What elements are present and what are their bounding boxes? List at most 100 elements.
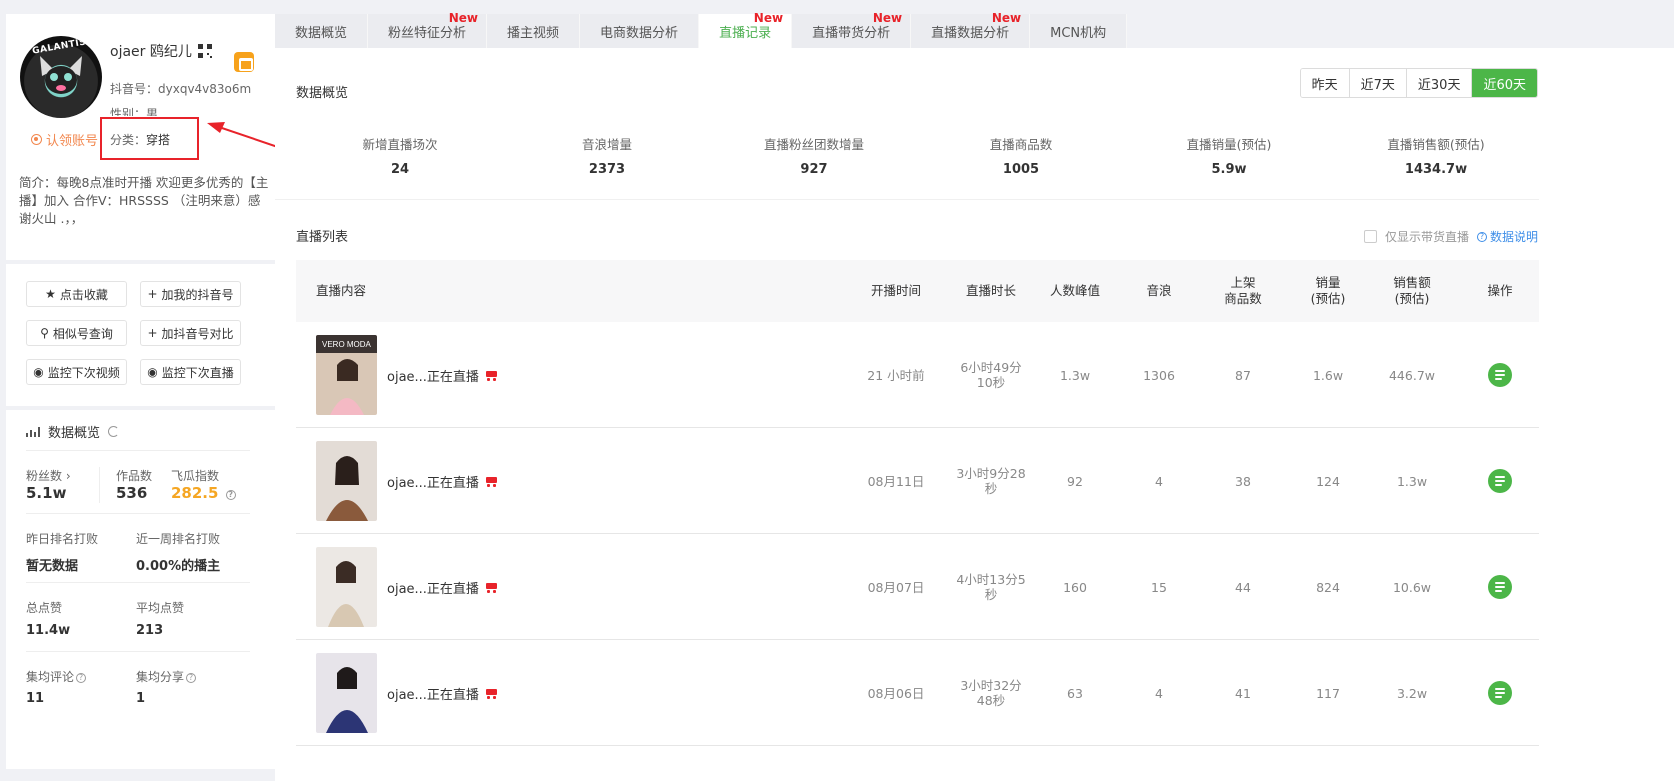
- col-start[interactable]: 开播时间: [851, 260, 941, 322]
- col-duration[interactable]: 直播时长: [946, 260, 1036, 322]
- add-my-douyin-button[interactable]: + 加我的抖音号: [140, 281, 241, 307]
- col-content: 直播内容: [316, 283, 367, 298]
- data-help-label: 数据说明: [1489, 230, 1538, 244]
- refresh-icon[interactable]: [108, 426, 120, 437]
- avg-share-value: 1: [136, 691, 146, 706]
- question-icon[interactable]: ?: [76, 673, 87, 683]
- table-row[interactable]: ojae...正在直播 08月07日 4小时13分5 秒 160 15 44 8…: [296, 534, 1539, 640]
- data-help-link[interactable]: ? 数据说明: [1476, 228, 1538, 245]
- star-icon: ★: [45, 287, 56, 301]
- live-title[interactable]: ojae...正在直播: [387, 366, 498, 385]
- add-compare-label: 加抖音号对比: [161, 326, 234, 341]
- live-badge-icon[interactable]: [234, 52, 254, 72]
- cell-yinlang: 15: [1151, 579, 1167, 595]
- live-cover[interactable]: VERO MODA: [316, 335, 377, 415]
- cell-yinlang: 4: [1155, 685, 1163, 701]
- stats-title: 数据概览: [26, 422, 120, 441]
- works-label: 作品数: [116, 469, 153, 483]
- live-cover[interactable]: [316, 653, 377, 733]
- live-cover[interactable]: [316, 547, 377, 627]
- avatar[interactable]: GALANTIS: [20, 36, 102, 118]
- cart-icon: [485, 370, 498, 381]
- main-panel: 数据概览 粉丝特征分析 New 播主视频 电商数据分析 直播记录 New 直播带货分…: [275, 11, 1674, 781]
- certify-link[interactable]: 认领账号: [31, 130, 98, 149]
- range-7-days[interactable]: 近7天: [1349, 69, 1407, 97]
- divider: [26, 582, 250, 583]
- col-yinlang[interactable]: 音浪: [1119, 260, 1199, 322]
- qrcode-icon[interactable]: [197, 44, 212, 58]
- favorite-button-label: 点击收藏: [59, 287, 108, 302]
- likes-value: 11.4w: [26, 623, 71, 638]
- details-icon[interactable]: [1488, 575, 1512, 599]
- details-icon[interactable]: [1488, 469, 1512, 493]
- live-cover-image: [316, 441, 377, 521]
- monitor-video-button[interactable]: ◉ 监控下次视频: [26, 359, 127, 385]
- live-title[interactable]: ojae...正在直播: [387, 472, 498, 491]
- question-icon[interactable]: ?: [225, 490, 236, 500]
- live-title-text: ojae...正在直播: [387, 476, 479, 491]
- monitor-live-button[interactable]: ◉ 监控下次直播: [140, 359, 241, 385]
- divider: [26, 651, 250, 652]
- live-title[interactable]: ojae...正在直播: [387, 578, 498, 597]
- sales-only-checkbox[interactable]: [1363, 230, 1377, 243]
- tab-content: 数据概览 昨天 近7天 近30天 近60天 新增直播场次 24 音浪增量 237…: [275, 48, 1674, 781]
- similar-search-label: 相似号查询: [52, 326, 113, 341]
- rank-week-value: 0.00%的播主: [136, 559, 221, 574]
- tab-overview[interactable]: 数据概览: [275, 14, 369, 48]
- fans-label[interactable]: 粉丝数 ›: [26, 467, 71, 484]
- tab-fans-analysis[interactable]: 粉丝特征分析 New: [368, 11, 488, 48]
- table-row[interactable]: VERO MODA ojae...正在直播 21 小时前 6小时49分 10秒 …: [296, 322, 1539, 428]
- live-title[interactable]: ojae...正在直播: [387, 684, 498, 703]
- monitor-live-label: 监控下次直播: [161, 365, 234, 380]
- tab-live-sales[interactable]: 直播带货分析 New: [792, 11, 912, 48]
- add-compare-button[interactable]: + 加抖音号对比: [140, 320, 241, 346]
- live-cover[interactable]: [316, 441, 377, 521]
- cell-start: 21 小时前: [867, 367, 925, 383]
- range-yesterday[interactable]: 昨天: [1300, 69, 1350, 97]
- favorite-button[interactable]: ★ 点击收藏: [26, 281, 127, 307]
- cat-face-icon: [40, 56, 82, 94]
- live-table: 直播内容 开播时间 直播时长 人数峰值 音浪 上架 商品数 销量 (预估) 销售…: [296, 260, 1539, 746]
- cell-action: [1460, 534, 1540, 640]
- cell-amount: 446.7w: [1388, 367, 1435, 383]
- cell-sales: 124: [1316, 473, 1340, 489]
- divider: [275, 199, 1539, 200]
- cell-duration: 3小时9分28 秒: [956, 466, 1026, 496]
- details-icon[interactable]: [1488, 681, 1512, 705]
- cell-peak: 1.3w: [1059, 367, 1091, 383]
- index-label: 飞瓜指数: [171, 469, 220, 483]
- col-items[interactable]: 上架 商品数: [1203, 260, 1283, 322]
- index-value: 282.5 ?: [171, 484, 236, 502]
- tab-videos[interactable]: 播主视频: [487, 14, 581, 48]
- col-sales[interactable]: 销量 (预估): [1288, 260, 1368, 322]
- overview-label: 音浪增量: [581, 137, 632, 152]
- tab-mcn[interactable]: MCN机构: [1030, 14, 1128, 48]
- actions-card: ★ 点击收藏 + 加我的抖音号 ⚲ 相似号查询 + 加抖音号对比 ◉ 监控下次视…: [6, 264, 282, 406]
- works-value: 536: [116, 484, 148, 502]
- fans-value: 5.1w: [26, 484, 67, 502]
- cell-duration: 3小时32分 48秒: [960, 678, 1022, 708]
- table-row[interactable]: ojae...正在直播 08月06日 3小时32分 48秒 63 4 41 11…: [296, 640, 1539, 746]
- sales-only-label[interactable]: 仅显示带货直播: [1385, 228, 1469, 245]
- live-cover-image: [316, 653, 377, 733]
- live-list-title: 直播列表: [296, 230, 349, 245]
- col-peak[interactable]: 人数峰值: [1035, 260, 1115, 322]
- overview-yinlang: 音浪增量 2373: [507, 134, 707, 177]
- col-amount[interactable]: 销售额 (预估): [1372, 260, 1452, 322]
- col-action: 操作: [1487, 283, 1513, 298]
- cell-items: 87: [1235, 367, 1251, 383]
- tab-live-records[interactable]: 直播记录 New: [699, 11, 793, 48]
- overview-new-lives: 新增直播场次 24: [300, 134, 500, 177]
- question-icon[interactable]: ?: [186, 673, 197, 683]
- range-30-days[interactable]: 近30天: [1406, 69, 1473, 97]
- range-60-days[interactable]: 近60天: [1472, 69, 1537, 97]
- tab-ecommerce[interactable]: 电商数据分析: [580, 14, 700, 48]
- tab-live-data[interactable]: 直播数据分析 New: [911, 11, 1031, 48]
- table-row[interactable]: ojae...正在直播 08月11日 3小时9分28 秒 92 4 38 124…: [296, 428, 1539, 534]
- live-title-text: ojae...正在直播: [387, 582, 479, 597]
- similar-search-button[interactable]: ⚲ 相似号查询: [26, 320, 127, 346]
- avg-likes-label: 平均点赞: [136, 601, 185, 615]
- nickname-text: ojaer 鸥纪儿: [110, 44, 192, 60]
- cell-duration: 4小时13分5 秒: [956, 572, 1026, 602]
- details-icon[interactable]: [1488, 363, 1512, 387]
